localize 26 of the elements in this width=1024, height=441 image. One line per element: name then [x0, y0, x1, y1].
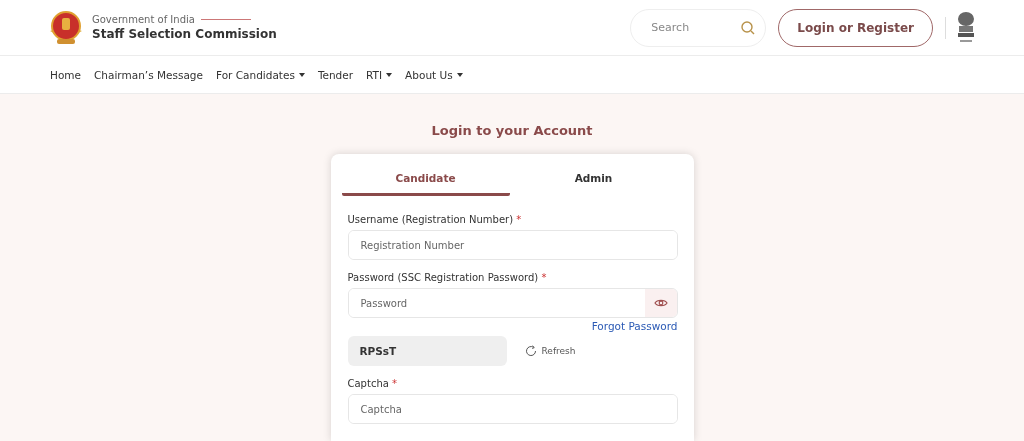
forgot-password-link[interactable]: Forgot Password	[591, 320, 678, 332]
password-field[interactable]: Password	[347, 288, 678, 318]
org-name: Staff Selection Commission	[92, 27, 277, 41]
nav-link[interactable]: Tender	[317, 68, 354, 81]
field-label: Password (SSC Registration Password) *	[347, 272, 548, 283]
refresh-icon	[524, 345, 537, 357]
emblem-logo	[48, 10, 84, 45]
org-subtitle: Government of India	[92, 14, 195, 25]
text-field[interactable]: Captcha	[348, 395, 677, 423]
field-label: Username (Registration Number) *	[347, 214, 523, 225]
login-register-button[interactable]: Login or Register	[778, 8, 933, 47]
tab[interactable]: Candidate	[341, 162, 510, 196]
captcha-code: RPSsT	[347, 336, 507, 366]
nav-link[interactable]: Home	[50, 68, 81, 81]
nav-link[interactable]: About Us	[405, 68, 463, 81]
nav-link[interactable]: RTI	[366, 68, 393, 81]
nav-link[interactable]: Chairman’s Message	[94, 68, 203, 81]
tab[interactable]: Admin	[509, 162, 678, 196]
text-field[interactable]: Registration Number	[348, 231, 677, 259]
search-icon	[741, 20, 756, 35]
nav-link[interactable]: For Candidates	[215, 68, 305, 81]
page-title: Login to your Account	[431, 123, 593, 138]
refresh-button[interactable]: Refresh	[518, 344, 582, 358]
emblem-icon	[956, 10, 976, 45]
field-label: Captcha *	[347, 378, 399, 389]
eye-icon[interactable]	[644, 289, 677, 317]
